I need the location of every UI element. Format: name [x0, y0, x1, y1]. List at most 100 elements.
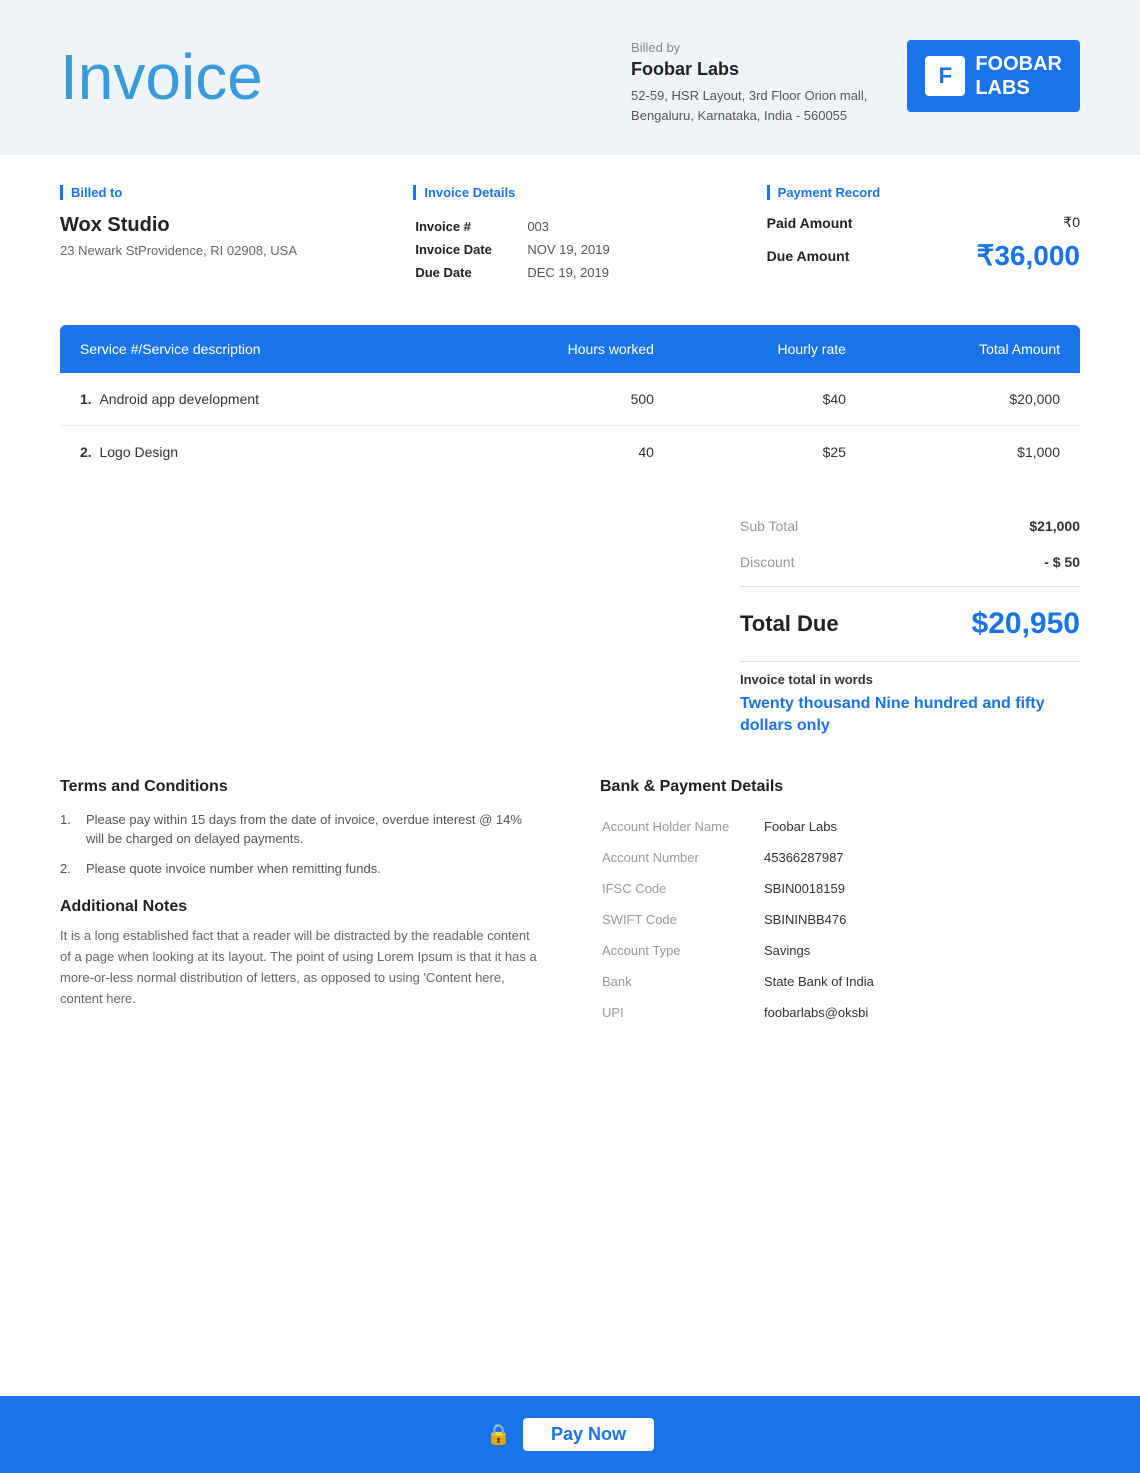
bank-table: Account Holder NameFoobar LabsAccount Nu… [600, 810, 1080, 1029]
bank-field-label: IFSC Code [602, 874, 762, 903]
invoice-detail-value: DEC 19, 2019 [527, 262, 724, 283]
total-due-label: Total Due [740, 611, 839, 637]
services-table-container: Service #/Service description Hours work… [60, 325, 1080, 478]
logo-icon: F [925, 56, 965, 96]
totals-section: Sub Total $21,000 Discount - $ 50 Total … [60, 508, 1080, 738]
table-row: 2. Logo Design 40 $25 $1,000 [60, 426, 1080, 479]
bank-field-label: SWIFT Code [602, 905, 762, 934]
col-rate: Hourly rate [674, 325, 866, 373]
bottom-section: Terms and Conditions 1.Please pay within… [60, 778, 1080, 1029]
bank-row: BankState Bank of India [602, 967, 1078, 996]
billed-by-name: Foobar Labs [631, 59, 867, 80]
info-section: Billed to Wox Studio 23 Newark StProvide… [0, 155, 1140, 315]
invoice-page: Invoice Billed by Foobar Labs 52-59, HSR… [0, 0, 1140, 1473]
term-number: 1. [60, 810, 78, 849]
bank-field-label: Account Holder Name [602, 812, 762, 841]
billed-by-address-line1: 52-59, HSR Layout, 3rd Floor Orion mall, [631, 86, 867, 106]
discount-label: Discount [740, 554, 794, 570]
invoice-title: Invoice [60, 40, 263, 114]
invoice-detail-label: Due Date [415, 262, 525, 283]
billed-to-name: Wox Studio [60, 214, 373, 237]
footer[interactable]: 🔒 Pay Now [0, 1396, 1140, 1473]
col-hours: Hours worked [450, 325, 674, 373]
bank-field-label: UPI [602, 998, 762, 1027]
invoice-detail-row: Invoice DateNOV 19, 2019 [415, 239, 724, 260]
invoice-detail-value: 003 [527, 216, 724, 237]
service-total: $20,000 [866, 373, 1080, 426]
invoice-details-table: Invoice #003Invoice DateNOV 19, 2019Due … [413, 214, 726, 285]
invoice-detail-label: Invoice Date [415, 239, 525, 260]
bank-field-value: foobarlabs@oksbi [764, 998, 1078, 1027]
invoice-detail-row: Invoice #003 [415, 216, 724, 237]
logo-name-line1: FOOBAR [975, 52, 1062, 76]
logo-box: F FOOBAR LABS [907, 40, 1080, 112]
notes-text: It is a long established fact that a rea… [60, 926, 540, 1009]
bank-row: SWIFT CodeSBININBB476 [602, 905, 1078, 934]
lock-icon: 🔒 [486, 1422, 511, 1447]
logo-text: FOOBAR LABS [975, 52, 1062, 100]
bank-row: Account Holder NameFoobar Labs [602, 812, 1078, 841]
bank-field-label: Account Number [602, 843, 762, 872]
bank-field-value: State Bank of India [764, 967, 1078, 996]
bank-field-value: SBIN0018159 [764, 874, 1078, 903]
notes-title: Additional Notes [60, 898, 540, 916]
table-row: 1. Android app development 500 $40 $20,0… [60, 373, 1080, 426]
bank-field-label: Account Type [602, 936, 762, 965]
service-hours: 40 [450, 426, 674, 479]
totals-divider2 [740, 661, 1080, 662]
bank-field-value: SBININBB476 [764, 905, 1078, 934]
header-right: Billed by Foobar Labs 52-59, HSR Layout,… [631, 40, 1080, 125]
words-value: Twenty thousand Nine hundred and fifty d… [740, 693, 1080, 738]
billed-by-address-line2: Bengaluru, Karnataka, India - 560055 [631, 106, 867, 126]
invoice-detail-value: NOV 19, 2019 [527, 239, 724, 260]
billed-by-label: Billed by [631, 40, 867, 55]
service-hours: 500 [450, 373, 674, 426]
services-table-body: 1. Android app development 500 $40 $20,0… [60, 373, 1080, 478]
payment-record-label: Payment Record [767, 185, 1080, 200]
discount-value: - $ 50 [1044, 554, 1080, 570]
discount-row: Discount - $ 50 [740, 544, 1080, 580]
col-service: Service #/Service description [60, 325, 450, 373]
bank-title: Bank & Payment Details [600, 778, 1080, 796]
due-value: ₹36,000 [977, 239, 1080, 272]
col-total: Total Amount [866, 325, 1080, 373]
service-total: $1,000 [866, 426, 1080, 479]
bank-field-value: Savings [764, 936, 1078, 965]
services-table-header: Service #/Service description Hours work… [60, 325, 1080, 373]
invoice-details-label: Invoice Details [413, 185, 726, 200]
invoice-details-block: Invoice Details Invoice #003Invoice Date… [413, 185, 726, 285]
bank-row: IFSC CodeSBIN0018159 [602, 874, 1078, 903]
subtotal-label: Sub Total [740, 518, 798, 534]
words-label: Invoice total in words [740, 672, 1080, 687]
subtotal-row: Sub Total $21,000 [740, 508, 1080, 544]
service-description: 2. Logo Design [60, 426, 450, 479]
billed-by-section: Billed by Foobar Labs 52-59, HSR Layout,… [631, 40, 867, 125]
term-text: Please pay within 15 days from the date … [86, 810, 540, 849]
list-item: 2. Please quote invoice number when remit… [60, 859, 540, 879]
services-table: Service #/Service description Hours work… [60, 325, 1080, 478]
bank-row: UPIfoobarlabs@oksbi [602, 998, 1078, 1027]
service-rate: $25 [674, 426, 866, 479]
paid-label: Paid Amount [767, 215, 853, 231]
due-amount-row: Due Amount ₹36,000 [767, 239, 1080, 272]
bank-field-value: 45366287987 [764, 843, 1078, 872]
subtotal-value: $21,000 [1029, 518, 1080, 534]
totals-inner: Sub Total $21,000 Discount - $ 50 Total … [740, 508, 1080, 738]
invoice-detail-row: Due DateDEC 19, 2019 [415, 262, 724, 283]
billed-to-block: Billed to Wox Studio 23 Newark StProvide… [60, 185, 373, 285]
bank-field-value: Foobar Labs [764, 812, 1078, 841]
totals-divider [740, 586, 1080, 587]
header-section: Invoice Billed by Foobar Labs 52-59, HSR… [0, 0, 1140, 155]
billed-to-label: Billed to [60, 185, 373, 200]
billed-to-address: 23 Newark StProvidence, RI 02908, USA [60, 243, 373, 258]
term-text: Please quote invoice number when remitti… [86, 859, 381, 879]
pay-now-button[interactable]: Pay Now [523, 1418, 654, 1451]
list-item: 1.Please pay within 15 days from the dat… [60, 810, 540, 849]
terms-title: Terms and Conditions [60, 778, 540, 796]
paid-value: ₹0 [1063, 214, 1080, 231]
logo-name-line2: LABS [975, 76, 1062, 100]
due-label: Due Amount [767, 248, 850, 264]
term-number: 2. [60, 859, 78, 879]
bank-row: Account Number45366287987 [602, 843, 1078, 872]
payment-record-block: Payment Record Paid Amount ₹0 Due Amount… [767, 185, 1080, 285]
